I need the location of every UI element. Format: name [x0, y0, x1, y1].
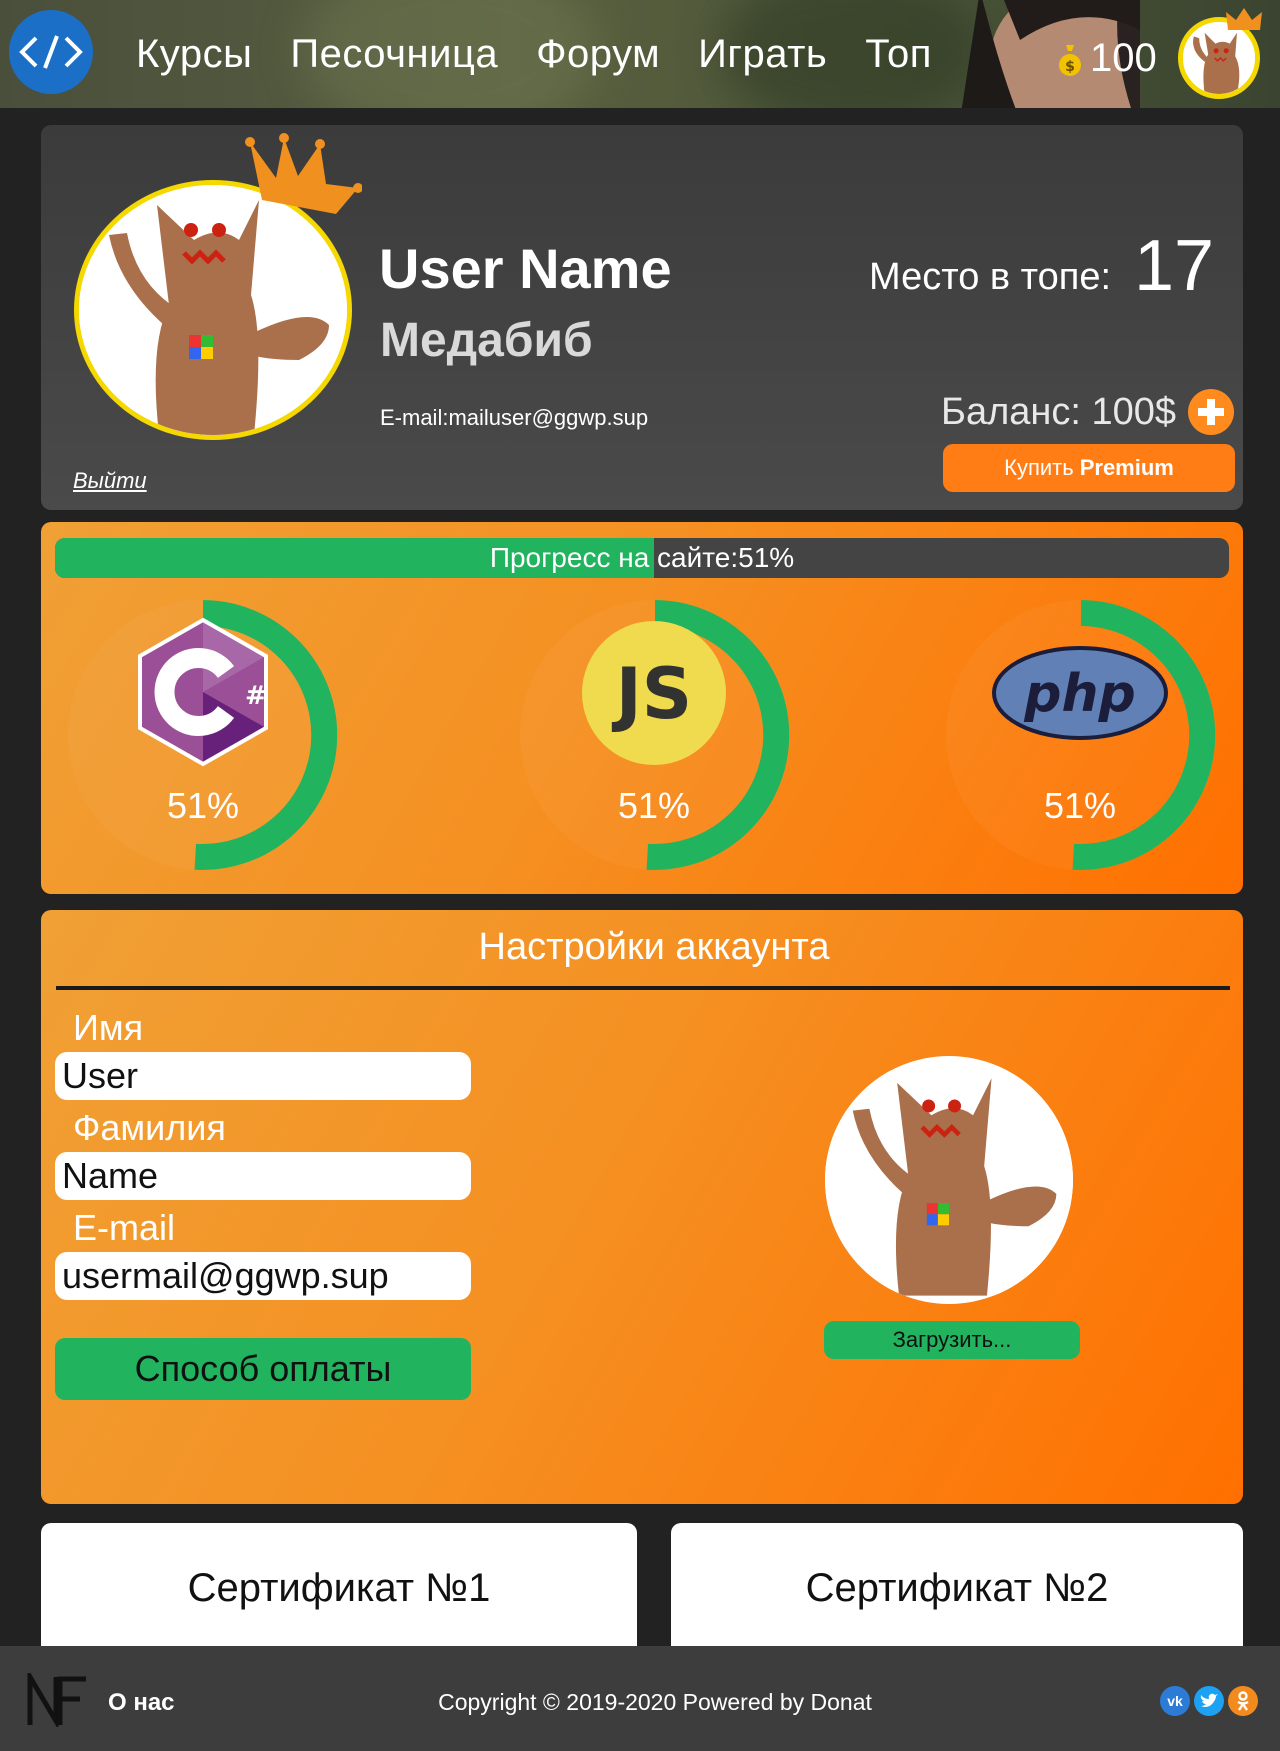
settings-avatar-preview	[825, 1056, 1073, 1304]
javascript-progress-ring: JS	[520, 600, 790, 870]
nav-item-forum[interactable]: Форум	[536, 32, 660, 77]
site-progress-label: Прогресс на сайте:51%	[489, 542, 795, 573]
last-name-label: Фамилия	[73, 1107, 226, 1148]
nav-item-sandbox[interactable]: Песочница	[290, 32, 498, 77]
plus-icon	[1198, 399, 1224, 425]
email-label: E-mail	[73, 1207, 176, 1248]
nav-item-play[interactable]: Играть	[698, 32, 827, 77]
user-nickname: Медабиб	[380, 314, 593, 367]
php-progress-percent: 51%	[1043, 785, 1117, 826]
profile-avatar	[74, 180, 352, 440]
code-brackets-icon	[19, 35, 83, 69]
twitter-icon[interactable]	[1194, 1686, 1224, 1716]
premium-crown-icon	[245, 133, 362, 214]
first-name-label: Имя	[73, 1007, 144, 1048]
nav-item-top[interactable]: Топ	[865, 32, 932, 77]
logout-link[interactable]: Выйти	[73, 468, 147, 494]
upload-avatar-button[interactable]: Загрузить...	[824, 1321, 1080, 1359]
rank-value: 17	[1134, 226, 1215, 306]
svg-text:$: $	[1065, 59, 1075, 75]
javascript-progress-percent: 51%	[617, 785, 691, 826]
site-progress-bar: Прогресс на сайте:51%	[55, 538, 1229, 578]
site-logo-button[interactable]	[9, 10, 93, 94]
coin-balance: 100	[1090, 36, 1157, 80]
footer-copyright: Copyright © 2019-2020 Powered by Donat	[438, 1689, 872, 1715]
certificate-card-1[interactable]: Сертификат №1	[41, 1523, 637, 1653]
php-icon: php	[992, 646, 1168, 740]
email-input[interactable]	[55, 1252, 471, 1300]
svg-text:php: php	[1023, 664, 1135, 724]
php-progress-ring: php	[946, 600, 1216, 870]
buy-premium-prefix: Купить	[1004, 455, 1074, 480]
svg-text:#: #	[245, 681, 267, 711]
buy-premium-label: Premium	[1079, 455, 1174, 480]
payment-method-button[interactable]: Способ оплаты	[55, 1338, 471, 1400]
csharp-progress-ring: #	[68, 600, 338, 870]
csharp-progress-percent: 51%	[166, 785, 240, 826]
rank-label: Место в топе:	[869, 256, 1112, 298]
certificate-card-2[interactable]: Сертификат №2	[671, 1523, 1243, 1653]
add-balance-button[interactable]	[1188, 389, 1234, 435]
last-name-input[interactable]	[55, 1152, 471, 1200]
user-full-name: User Name	[379, 237, 672, 300]
money-bag-icon: $	[1059, 45, 1081, 76]
main-navigation: Курсы Песочница Форум Играть Топ	[136, 32, 970, 77]
settings-divider	[56, 986, 1230, 990]
nav-crown-icon	[1226, 8, 1262, 30]
cat-avatar-image	[825, 1064, 1073, 1296]
buy-premium-button[interactable]: Купить Premium	[943, 444, 1235, 492]
vk-icon[interactable]: vk	[1160, 1686, 1190, 1716]
user-email: E-mail:mailuser@ggwp.sup	[380, 405, 649, 430]
cat-avatar-image	[79, 185, 347, 435]
odnoklassniki-icon[interactable]	[1228, 1686, 1258, 1716]
nav-item-courses[interactable]: Курсы	[136, 32, 252, 77]
settings-title: Настройки аккаунта	[478, 926, 830, 968]
first-name-input[interactable]	[55, 1052, 471, 1100]
javascript-icon: JS	[582, 621, 726, 765]
balance-label: Баланс: 100$	[941, 391, 1177, 433]
svg-text:JS: JS	[612, 653, 692, 735]
